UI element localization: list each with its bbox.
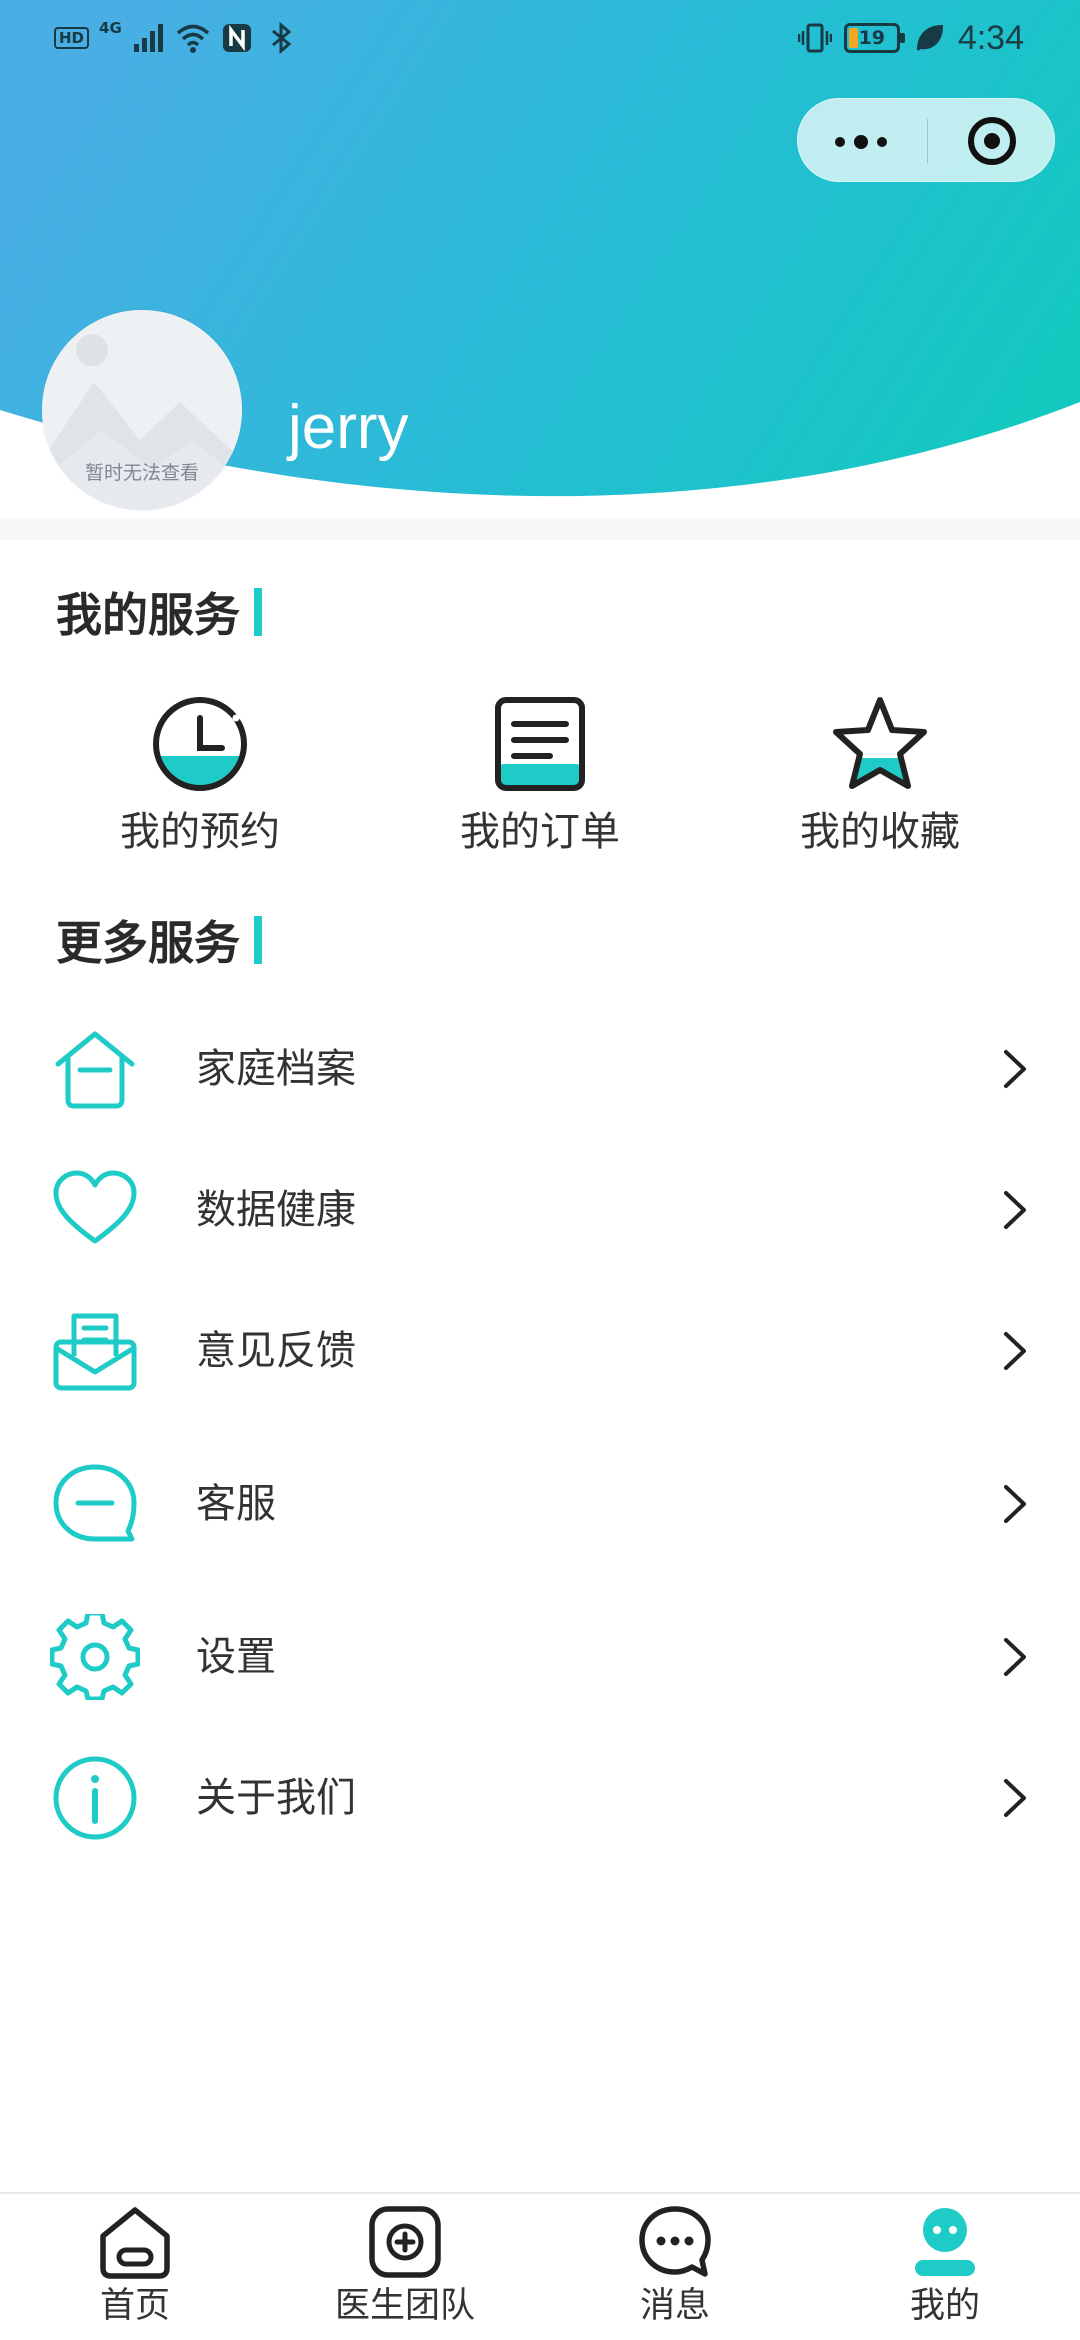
signal-icon bbox=[133, 24, 163, 52]
chevron-right-icon bbox=[1004, 1050, 1026, 1088]
tab-doctor-team[interactable]: 医生团队 bbox=[270, 2194, 540, 2340]
status-bar: HD 4G 19 4:34 bbox=[0, 0, 1080, 74]
battery-percent: 19 bbox=[858, 27, 886, 49]
my-services-title: 我的服务 bbox=[56, 582, 262, 642]
star-icon bbox=[833, 697, 927, 789]
feedback-mail-icon bbox=[53, 1313, 137, 1391]
avatar[interactable]: 暂时无法查看 bbox=[42, 310, 242, 510]
menu-item-family-records[interactable]: 家庭档案 bbox=[0, 1004, 1080, 1134]
menu-item-label: 数据健康 bbox=[196, 1187, 356, 1233]
home-icon bbox=[100, 2207, 170, 2279]
chevron-right-icon bbox=[1004, 1332, 1026, 1370]
battery-icon: 19 bbox=[843, 23, 905, 53]
my-services-grid: 我的预约 我的订单 我的收藏 bbox=[0, 680, 1080, 880]
chevron-right-icon bbox=[1004, 1638, 1026, 1676]
order-list-icon bbox=[495, 697, 585, 791]
service-my-orders[interactable]: 我的订单 bbox=[370, 680, 710, 880]
more-services-title: 更多服务 bbox=[56, 910, 262, 970]
username: jerry bbox=[288, 393, 409, 462]
profile-icon bbox=[915, 2208, 975, 2276]
status-left: HD 4G bbox=[54, 18, 298, 58]
menu-item-feedback[interactable]: 意见反馈 bbox=[0, 1286, 1080, 1416]
service-label: 我的预约 bbox=[120, 809, 280, 855]
title-accent-bar bbox=[254, 916, 262, 964]
profile-header: HD 4G 19 4:34 暂时无法查看 jerry bbox=[0, 0, 1080, 540]
bluetooth-icon bbox=[271, 22, 292, 54]
wifi-icon bbox=[176, 24, 209, 53]
tab-label: 消息 bbox=[639, 2286, 710, 2326]
network-type: 4G bbox=[99, 19, 122, 37]
menu-item-label: 客服 bbox=[196, 1481, 276, 1527]
vibrate-icon bbox=[797, 23, 832, 53]
bottom-tab-bar: 首页 医生团队 消息 我的 bbox=[0, 2192, 1080, 2340]
service-my-appointments[interactable]: 我的预约 bbox=[30, 680, 370, 880]
menu-item-label: 家庭档案 bbox=[196, 1046, 356, 1092]
menu-item-about-us[interactable]: 关于我们 bbox=[0, 1733, 1080, 1863]
house-icon bbox=[55, 1031, 135, 1109]
chevron-right-icon bbox=[1004, 1191, 1026, 1229]
service-my-favorites[interactable]: 我的收藏 bbox=[710, 680, 1050, 880]
message-bubble-icon bbox=[639, 2206, 711, 2277]
menu-item-label: 关于我们 bbox=[196, 1775, 356, 1821]
status-right: 19 4:34 bbox=[797, 18, 1024, 58]
chevron-right-icon bbox=[1004, 1779, 1026, 1817]
leaf-icon bbox=[916, 24, 943, 51]
chevron-right-icon bbox=[1004, 1485, 1026, 1523]
my-services-title-text: 我的服务 bbox=[56, 588, 240, 642]
avatar-caption: 暂时无法查看 bbox=[84, 462, 199, 484]
tab-label: 首页 bbox=[99, 2286, 170, 2326]
tab-mine[interactable]: 我的 bbox=[810, 2194, 1080, 2340]
tab-messages[interactable]: 消息 bbox=[540, 2194, 810, 2340]
medical-cross-icon bbox=[369, 2206, 441, 2278]
menu-item-label: 设置 bbox=[196, 1634, 276, 1680]
chat-bubble-icon bbox=[53, 1464, 137, 1542]
tab-home[interactable]: 首页 bbox=[0, 2194, 270, 2340]
service-label: 我的收藏 bbox=[800, 809, 960, 855]
heart-icon bbox=[53, 1170, 137, 1244]
target-close-icon[interactable] bbox=[928, 99, 1056, 183]
menu-item-health-data[interactable]: 数据健康 bbox=[0, 1145, 1080, 1275]
menu-item-settings[interactable]: 设置 bbox=[0, 1592, 1080, 1722]
dot bbox=[877, 137, 887, 147]
more-services-title-text: 更多服务 bbox=[56, 916, 240, 970]
dot bbox=[854, 135, 868, 149]
menu-item-customer-service[interactable]: 客服 bbox=[0, 1439, 1080, 1569]
close-core bbox=[984, 133, 1000, 149]
menu-item-label: 意见反馈 bbox=[196, 1328, 356, 1374]
gear-icon bbox=[50, 1614, 140, 1700]
more-dots-icon[interactable] bbox=[798, 99, 926, 183]
info-icon bbox=[53, 1756, 137, 1840]
tab-label: 医生团队 bbox=[334, 2286, 475, 2326]
mini-program-capsule bbox=[797, 98, 1055, 182]
clock-time: 4:34 bbox=[957, 19, 1024, 57]
nfc-icon bbox=[222, 24, 251, 52]
service-label: 我的订单 bbox=[460, 809, 620, 855]
title-accent-bar bbox=[254, 588, 262, 636]
hd-badge: HD bbox=[54, 27, 90, 49]
dot bbox=[835, 137, 845, 147]
tab-label: 我的 bbox=[909, 2286, 980, 2326]
clock-icon bbox=[153, 697, 247, 791]
